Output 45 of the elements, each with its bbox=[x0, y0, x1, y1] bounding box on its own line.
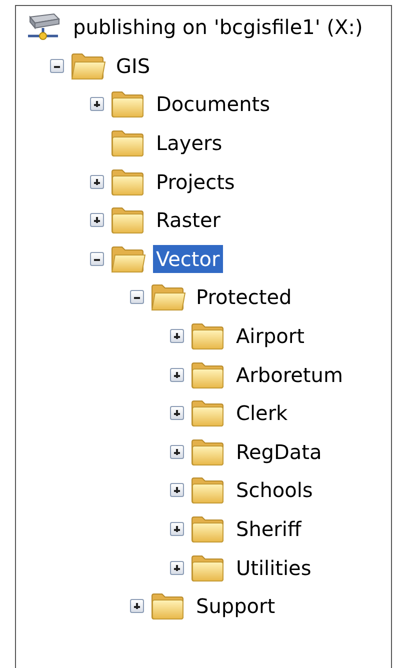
expand-toggle[interactable] bbox=[170, 329, 184, 344]
collapse-toggle[interactable] bbox=[50, 58, 64, 73]
folder-label[interactable]: Layers bbox=[153, 129, 226, 158]
expand-toggle[interactable] bbox=[90, 97, 104, 112]
folder-icon bbox=[190, 476, 226, 504]
folder-icon bbox=[190, 554, 226, 582]
folder-label[interactable]: Sheriff bbox=[233, 515, 304, 544]
folder-label[interactable]: Clerk bbox=[233, 399, 291, 428]
folder-icon bbox=[190, 360, 226, 389]
folder-label[interactable]: Projects bbox=[153, 168, 238, 196]
open-folder-icon bbox=[110, 244, 146, 273]
drive-label[interactable]: publishing on 'bcgisfile1' (X:) bbox=[70, 13, 366, 42]
folder-label[interactable]: Airport bbox=[233, 322, 308, 350]
folder-label[interactable]: GIS bbox=[113, 52, 154, 80]
collapse-toggle[interactable] bbox=[130, 290, 144, 304]
folder-label[interactable]: Arboretum bbox=[233, 360, 346, 389]
folder-icon bbox=[110, 206, 146, 234]
folder-icon bbox=[150, 592, 186, 620]
folder-label[interactable]: Raster bbox=[153, 206, 224, 234]
expand-toggle[interactable] bbox=[90, 213, 104, 228]
folder-icon bbox=[110, 90, 146, 118]
folder-label[interactable]: Vector bbox=[153, 244, 223, 273]
expand-toggle[interactable] bbox=[170, 368, 184, 382]
open-folder-icon bbox=[150, 283, 186, 312]
folder-icon bbox=[110, 129, 146, 158]
collapse-toggle[interactable] bbox=[90, 252, 104, 266]
folder-label[interactable]: Protected bbox=[193, 283, 295, 312]
expand-toggle[interactable] bbox=[170, 483, 184, 498]
expand-toggle[interactable] bbox=[170, 522, 184, 536]
expand-toggle[interactable] bbox=[170, 406, 184, 420]
folder-icon bbox=[190, 438, 226, 466]
folder-label[interactable]: Schools bbox=[233, 476, 316, 504]
expand-toggle[interactable] bbox=[130, 599, 144, 614]
folder-label[interactable]: Documents bbox=[153, 90, 274, 118]
expand-toggle[interactable] bbox=[170, 444, 184, 459]
expand-toggle[interactable] bbox=[170, 560, 184, 575]
folder-icon bbox=[190, 399, 226, 428]
open-folder-icon bbox=[70, 52, 106, 80]
folder-icon bbox=[190, 322, 226, 350]
folder-label[interactable]: Support bbox=[193, 592, 278, 620]
folder-label[interactable]: RegData bbox=[233, 438, 325, 466]
folder-icon bbox=[110, 168, 146, 196]
folder-icon bbox=[190, 515, 226, 544]
folder-label[interactable]: Utilities bbox=[233, 554, 314, 582]
expand-toggle[interactable] bbox=[90, 174, 104, 189]
